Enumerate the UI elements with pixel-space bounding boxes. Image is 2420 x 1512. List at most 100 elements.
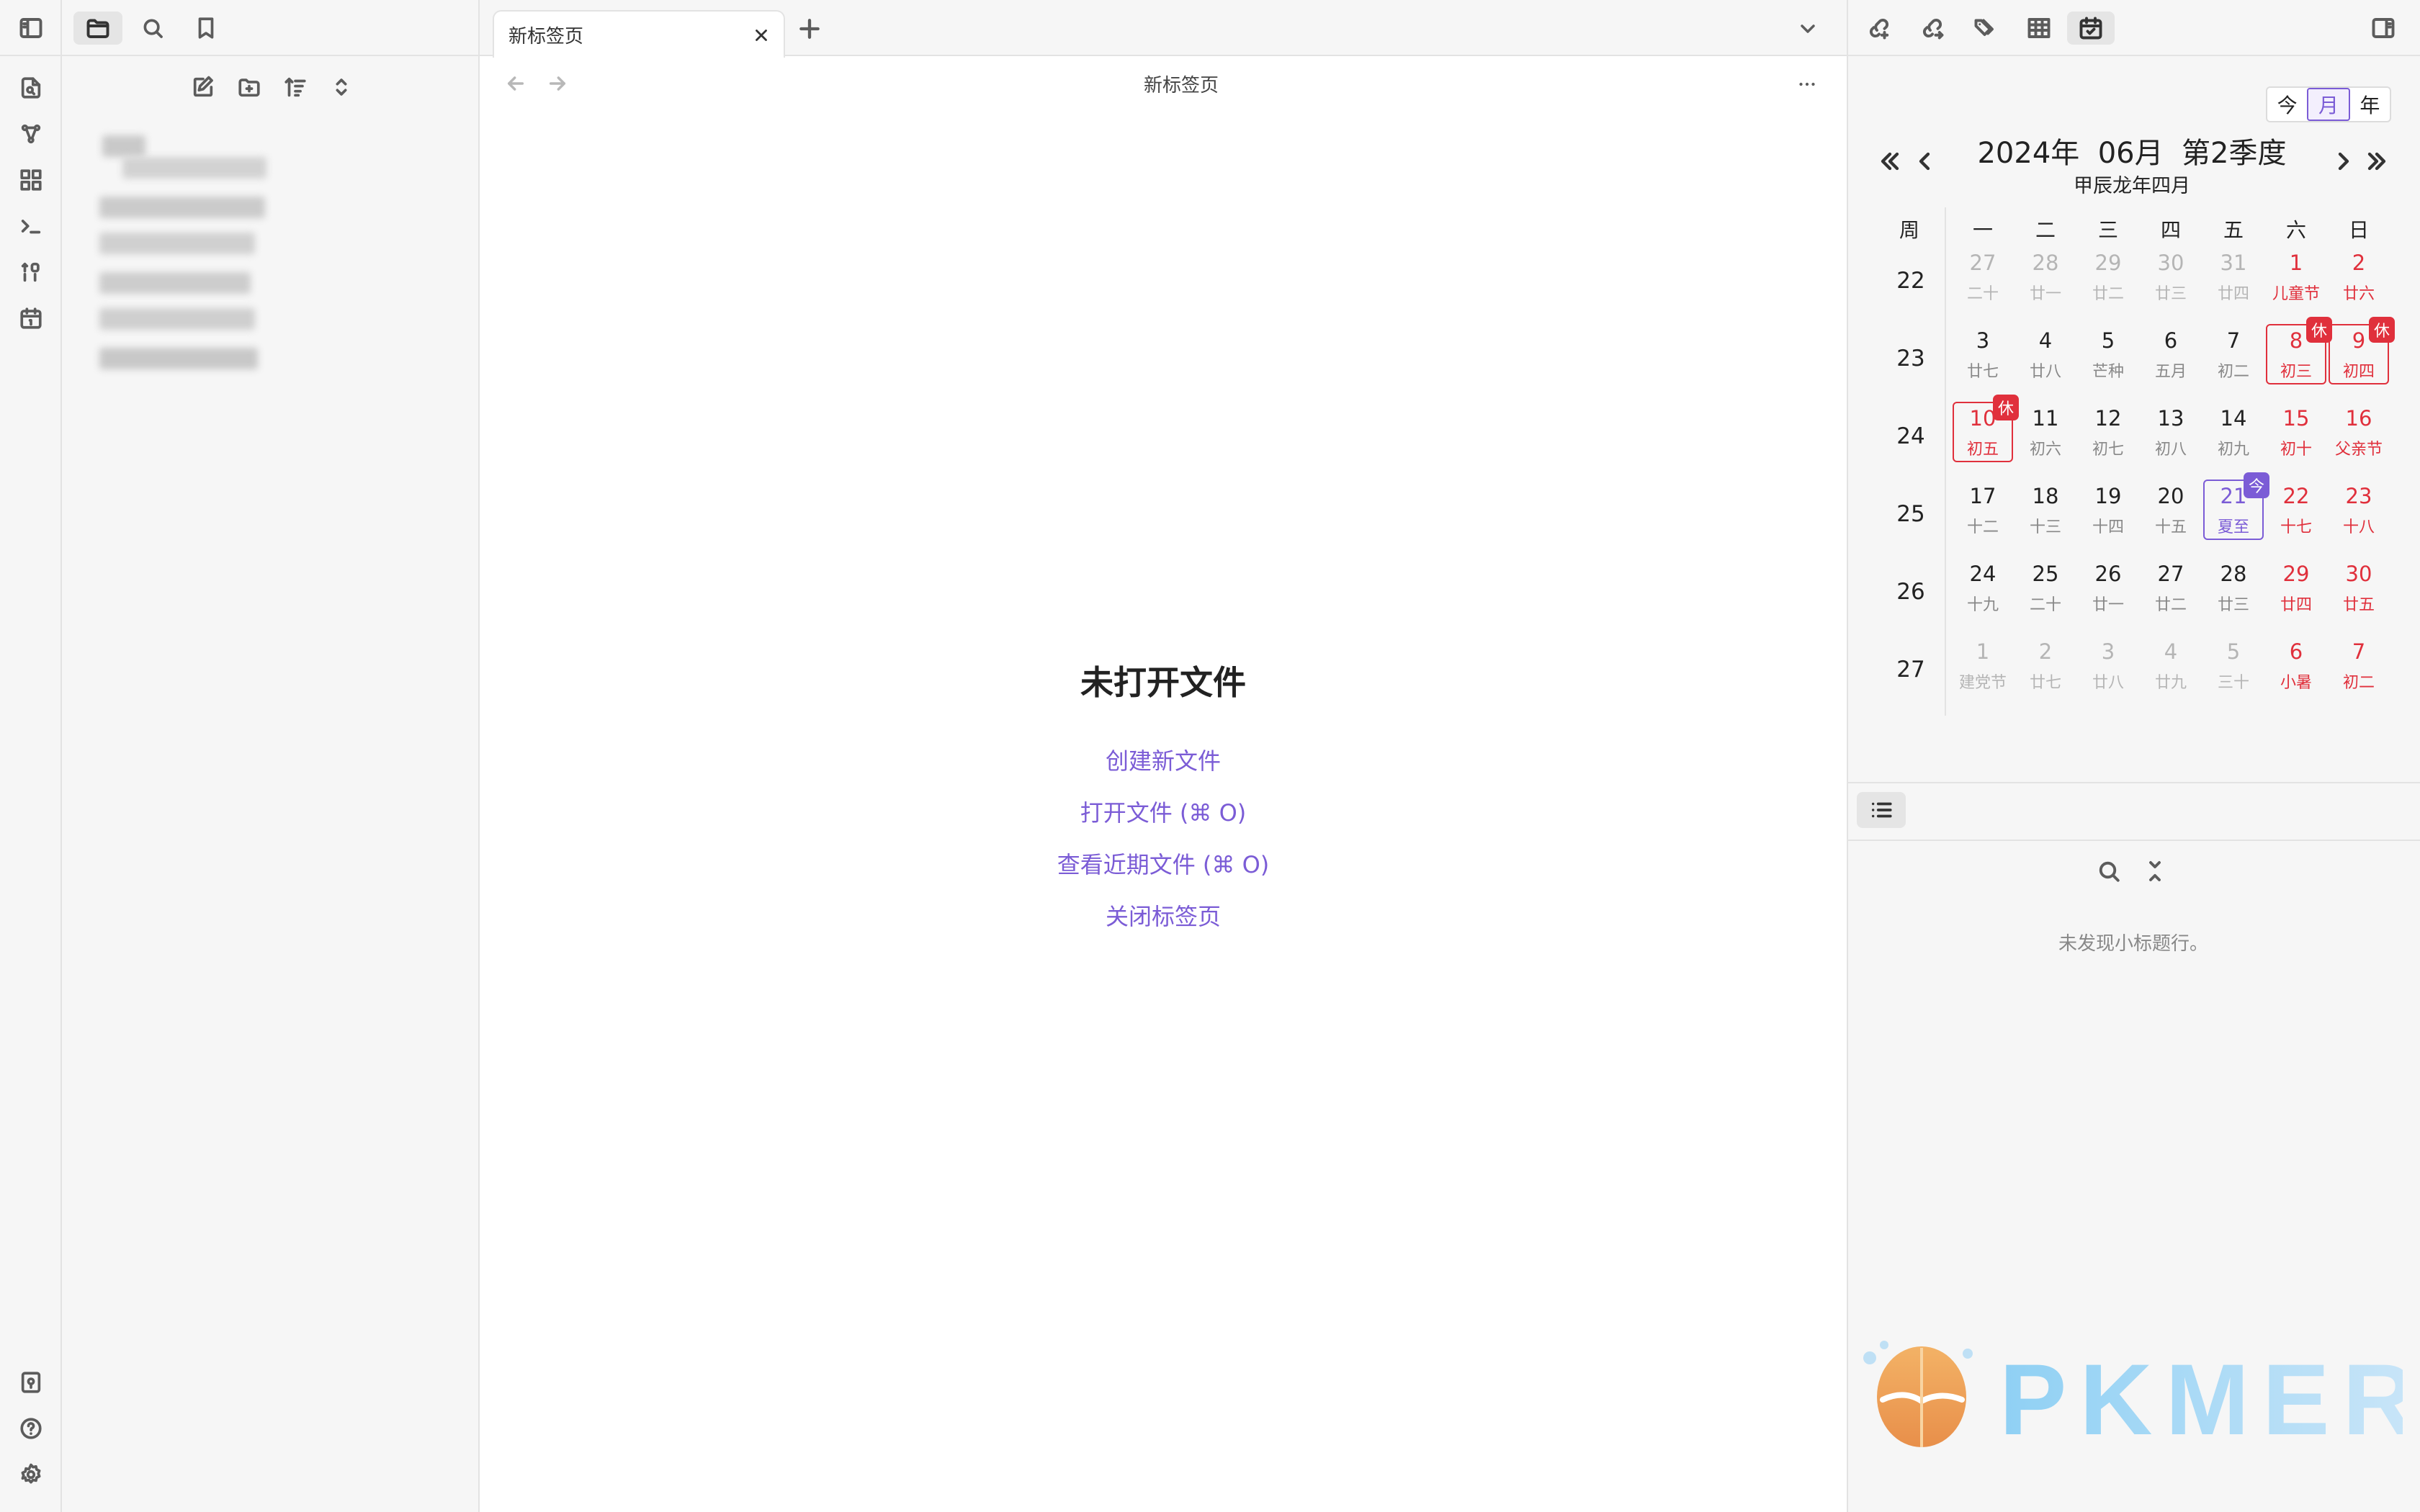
view-today-button[interactable]: 今 [2267, 88, 2307, 121]
calendar-day-cell[interactable]: 5 三十 [2203, 635, 2264, 696]
calendar-day-cell[interactable]: 3 廿八 [2078, 635, 2138, 696]
more-options-icon[interactable] [1795, 72, 1819, 96]
calendar-day-cell[interactable]: 20 十五 [2141, 480, 2201, 540]
file-tree-item[interactable] [99, 233, 255, 254]
calendar-day-cell[interactable]: 30 廿三 [2141, 246, 2201, 307]
tags-icon[interactable] [1962, 12, 2009, 45]
back-arrow-icon[interactable] [504, 72, 527, 95]
calendar-day-cell[interactable]: 28 廿三 [2203, 557, 2264, 618]
graph-view-icon[interactable] [15, 118, 47, 150]
right-sidebar-toggle-icon[interactable] [2360, 12, 2407, 45]
calendar-day-cell[interactable]: 5 芒种 [2078, 324, 2138, 384]
open-file-link[interactable]: 打开文件 (⌘ O) [936, 795, 1390, 828]
calendar-day-cell[interactable]: 16 父亲节 [2329, 402, 2389, 462]
search-tab-icon[interactable] [128, 12, 177, 45]
file-tree-item[interactable] [99, 272, 251, 294]
calendar-day-cell[interactable]: 2 廿六 [2329, 246, 2389, 307]
new-folder-icon[interactable] [232, 71, 266, 104]
calendar-day-cell[interactable]: 2 廿七 [2015, 635, 2076, 696]
new-note-icon[interactable] [186, 71, 220, 104]
calendar-day-cell[interactable]: 11 初六 [2015, 402, 2076, 462]
calendar-day-cell[interactable]: 23 十八 [2329, 480, 2389, 540]
week-number[interactable]: 24 [1878, 423, 1943, 449]
vault-switch-icon[interactable] [15, 1367, 47, 1398]
calendar-day-cell[interactable]: 6 五月 [2141, 324, 2201, 384]
canvas-icon[interactable] [15, 164, 47, 196]
outgoing-links-icon[interactable] [1909, 12, 1956, 45]
calendar-day-cell[interactable]: 13 初八 [2141, 402, 2201, 462]
calendar-day-cell[interactable]: 30 廿五 [2329, 557, 2389, 618]
settings-gear-icon[interactable] [15, 1459, 47, 1490]
week-number[interactable]: 22 [1878, 268, 1943, 294]
calendar-day-cell[interactable]: 21 夏至今 [2203, 472, 2269, 540]
calendar-day-cell[interactable]: 4 廿八 [2015, 324, 2076, 384]
calendar-check-icon[interactable] [2067, 12, 2115, 45]
sort-order-icon[interactable] [278, 71, 313, 104]
empty-state-title: 未打开文件 [1080, 663, 1246, 702]
outline-collapse-icon[interactable] [2142, 858, 2168, 884]
outline-list-icon[interactable] [1857, 792, 1906, 828]
bookmarks-tab-icon[interactable] [182, 12, 230, 45]
random-note-icon[interactable] [15, 256, 47, 288]
prev-year-double-chevron-icon[interactable] [1876, 147, 1904, 176]
file-tree-item[interactable] [99, 197, 265, 218]
calendar-day-cell[interactable]: 7 初二 [2329, 635, 2389, 696]
next-year-double-chevron-icon[interactable] [2362, 147, 2391, 176]
calendar-day-cell[interactable]: 18 十三 [2015, 480, 2076, 540]
file-tree-item[interactable] [99, 348, 258, 369]
prev-month-chevron-icon[interactable] [1910, 147, 1939, 176]
close-tab-link[interactable]: 关闭标签页 [936, 899, 1390, 932]
file-tree-item[interactable] [122, 157, 266, 179]
calendar-day-cell[interactable]: 24 十九 [1953, 557, 2013, 618]
close-tab-icon[interactable] [752, 26, 771, 45]
files-tab-folder-icon[interactable] [73, 12, 122, 45]
calendar-day-cell[interactable]: 4 廿九 [2141, 635, 2201, 696]
table-icon[interactable] [2015, 12, 2063, 45]
recent-files-link[interactable]: 查看近期文件 (⌘ O) [936, 847, 1390, 880]
week-number[interactable]: 26 [1878, 579, 1943, 605]
next-month-chevron-icon[interactable] [2329, 147, 2358, 176]
help-icon[interactable] [15, 1413, 47, 1444]
calendar-day-cell[interactable]: 28 廿一 [2015, 246, 2076, 307]
calendar-day-cell[interactable]: 3 廿七 [1953, 324, 2013, 384]
tab-new-tab[interactable]: 新标签页 [493, 10, 785, 58]
calendar-day-cell[interactable]: 12 初七 [2078, 402, 2138, 462]
calendar-day-cell[interactable]: 9 初四休 [2329, 317, 2395, 384]
sidebar-toggle-icon[interactable] [15, 12, 47, 44]
calendar-day-cell[interactable]: 6 小暑 [2266, 635, 2326, 696]
calendar-day-cell[interactable]: 22 十七 [2266, 480, 2326, 540]
collapse-expand-icon[interactable] [324, 71, 359, 104]
week-number[interactable]: 27 [1878, 657, 1943, 683]
calendar-day-cell[interactable]: 31 廿四 [2203, 246, 2264, 307]
forward-arrow-icon[interactable] [546, 72, 569, 95]
week-number[interactable]: 25 [1878, 501, 1943, 527]
calendar-day-cell[interactable]: 26 廿一 [2078, 557, 2138, 618]
calendar-day-cell[interactable]: 1 儿童节 [2266, 246, 2326, 307]
backlinks-icon[interactable] [1855, 12, 1903, 45]
file-tree-item[interactable] [102, 135, 145, 157]
create-new-file-link[interactable]: 创建新文件 [936, 743, 1390, 776]
tab-list-chevron-down-icon[interactable] [1796, 17, 1819, 40]
calendar-day-cell[interactable]: 29 廿二 [2078, 246, 2138, 307]
daily-note-icon[interactable] [15, 302, 47, 334]
calendar-day-cell[interactable]: 19 十四 [2078, 480, 2138, 540]
calendar-day-cell[interactable]: 14 初九 [2203, 402, 2264, 462]
quick-switcher-icon[interactable] [15, 72, 47, 104]
calendar-day-cell[interactable]: 10 初五休 [1953, 395, 2019, 462]
calendar-day-cell[interactable]: 27 二十 [1953, 246, 2013, 307]
calendar-day-cell[interactable]: 25 二十 [2015, 557, 2076, 618]
view-month-button[interactable]: 月 [2307, 88, 2350, 121]
outline-search-icon[interactable] [2096, 858, 2122, 884]
calendar-day-cell[interactable]: 15 初十 [2266, 402, 2326, 462]
file-tree-item[interactable] [99, 308, 255, 330]
calendar-day-cell[interactable]: 29 廿四 [2266, 557, 2326, 618]
week-number[interactable]: 23 [1878, 346, 1943, 372]
command-palette-icon[interactable] [15, 210, 47, 242]
calendar-day-cell[interactable]: 7 初二 [2203, 324, 2264, 384]
calendar-day-cell[interactable]: 27 廿二 [2141, 557, 2201, 618]
new-tab-plus-icon[interactable] [795, 14, 824, 43]
calendar-day-cell[interactable]: 8 初三休 [2266, 317, 2332, 384]
calendar-day-cell[interactable]: 17 十二 [1953, 480, 2013, 540]
view-year-button[interactable]: 年 [2350, 88, 2390, 121]
calendar-day-cell[interactable]: 1 建党节 [1953, 635, 2013, 696]
